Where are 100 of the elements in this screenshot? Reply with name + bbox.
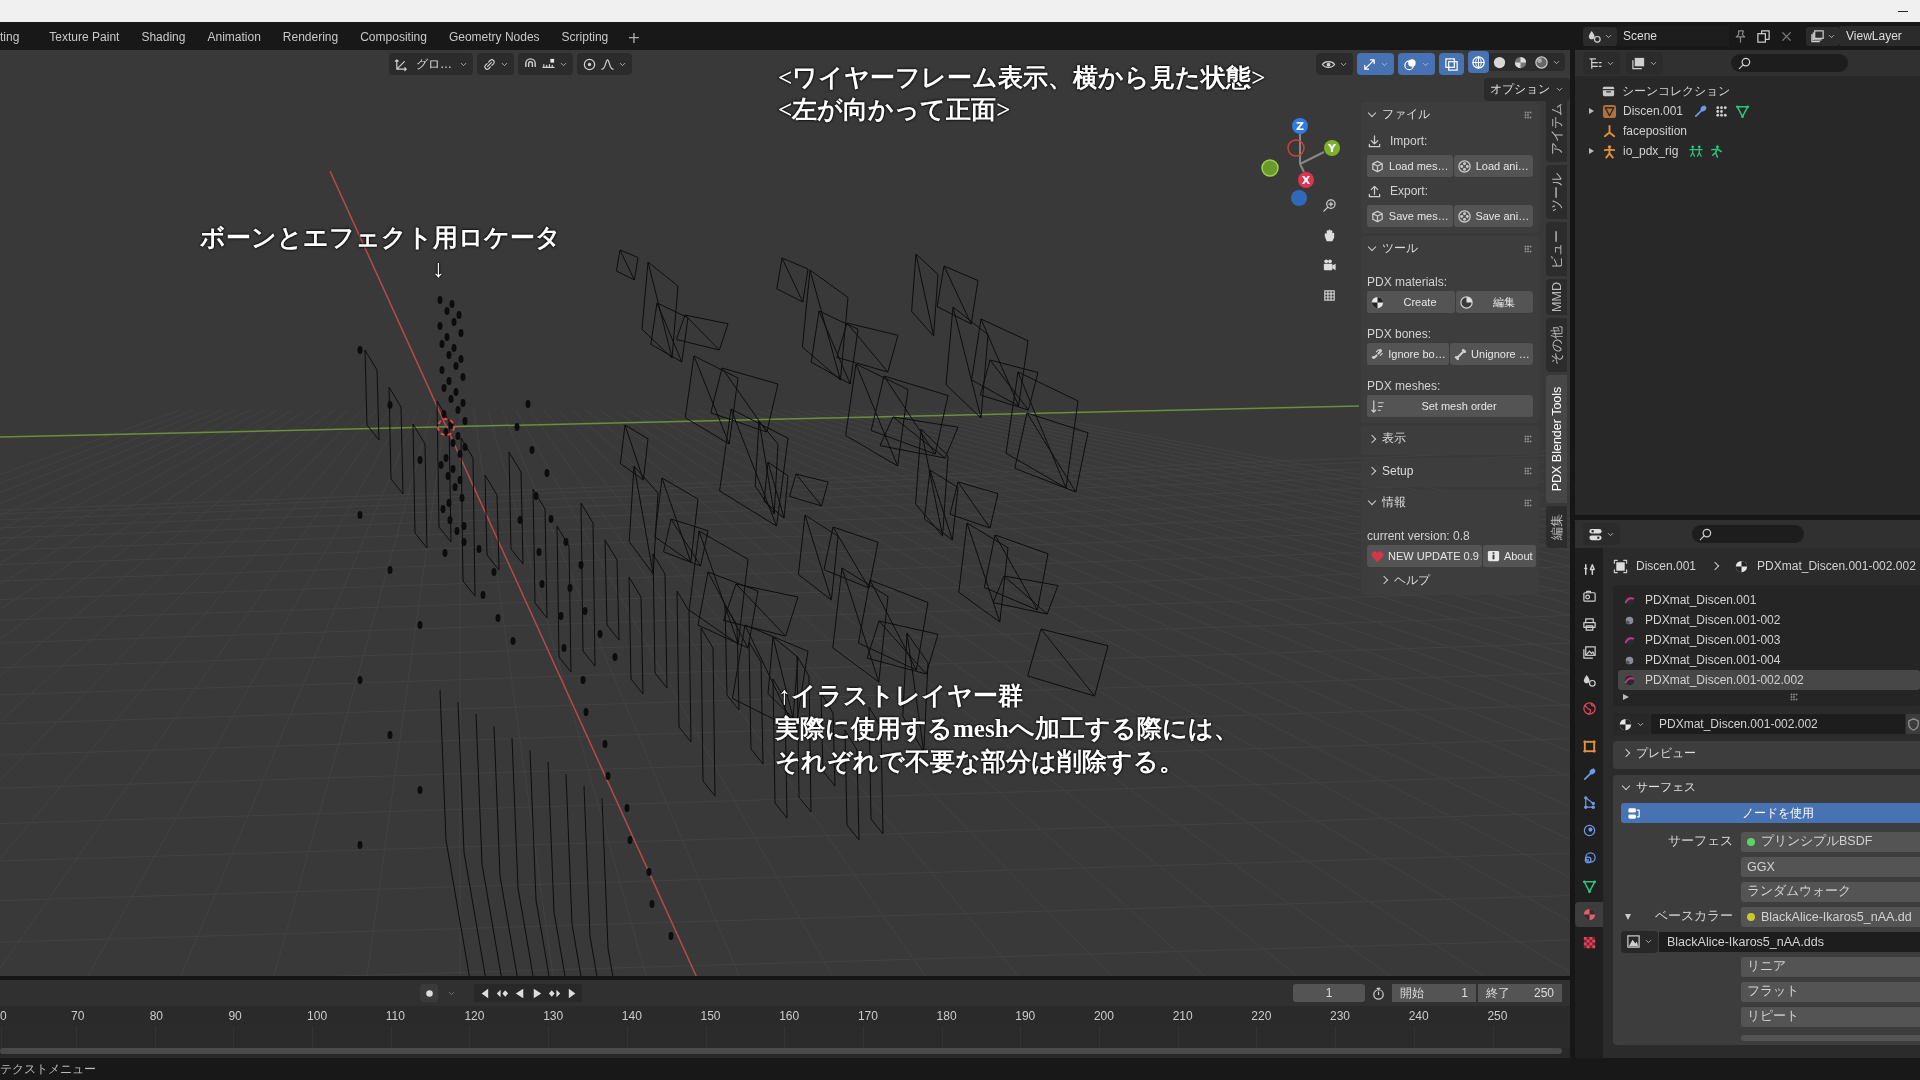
image-name-field[interactable]: BlackAlice-Ikaros5_nAA.dds: [1659, 931, 1920, 952]
material-name-field[interactable]: PDXmat_Discen.001-002.002: [1651, 714, 1905, 734]
grid-icon: [1321, 287, 1337, 303]
search-field[interactable]: [1692, 525, 1804, 543]
panel-header[interactable]: ファイル: [1367, 106, 1430, 123]
scene-browse-button[interactable]: [1583, 26, 1617, 46]
axis-handle[interactable]: [1291, 190, 1307, 206]
tree-item[interactable]: Discen.001: [1575, 101, 1920, 121]
workspace-tab[interactable]: Shading: [130, 24, 197, 50]
panel-button[interactable]: Save ani…: [1453, 205, 1533, 227]
scene-field[interactable]: Scene: [1617, 26, 1729, 46]
workspace-tab[interactable]: ting: [0, 24, 31, 50]
material-slot[interactable]: PDXmat_Discen.001-002: [1618, 610, 1920, 630]
gizmo-toggle[interactable]: [1357, 53, 1394, 75]
use-nodes-button[interactable]: ノードを使用: [1621, 803, 1920, 823]
workspace-tab[interactable]: Texture Paint: [38, 24, 131, 50]
pivot-dropdown[interactable]: [477, 53, 514, 75]
tools-icon: [1581, 561, 1597, 576]
search-field[interactable]: [1731, 54, 1848, 72]
editor-type-dropdown[interactable]: [1583, 523, 1620, 545]
material-slot[interactable]: PDXmat_Discen.001-004: [1618, 650, 1920, 670]
panel-button[interactable]: Save mes…: [1367, 205, 1453, 227]
display-mode-dropdown[interactable]: [1626, 52, 1663, 74]
ruler-label: 80: [149, 1009, 165, 1023]
workspace-tab[interactable]: Scripting: [550, 24, 620, 50]
sidebar-tab[interactable]: 編集: [1546, 506, 1567, 548]
dropdown-field[interactable]: フラット: [1741, 981, 1920, 1002]
dropdown-field[interactable]: GGX: [1741, 856, 1920, 877]
workspace-tab[interactable]: Geometry Nodes: [437, 24, 551, 50]
add-workspace-button[interactable]: +: [619, 24, 649, 50]
sidebar-tab[interactable]: ツール: [1546, 165, 1567, 219]
shader-socket-field[interactable]: プリンシプルBSDF: [1741, 831, 1920, 852]
panel-button[interactable]: Unignore …: [1449, 343, 1533, 365]
current-frame-field[interactable]: 1: [1293, 984, 1365, 1002]
view-layer-field[interactable]: ViewLayer: [1840, 26, 1920, 46]
panel-button[interactable]: Load ani…: [1453, 155, 1533, 177]
axis-handle[interactable]: Z: [1292, 118, 1308, 134]
xray-toggle[interactable]: [1439, 53, 1464, 75]
sidebar-tab[interactable]: PDX Blender Tools: [1546, 374, 1567, 503]
panel-button[interactable]: NEW UPDATE 0.9: [1367, 545, 1482, 567]
panel-header[interactable]: 表示: [1367, 430, 1406, 447]
panel-header[interactable]: サーフェス: [1621, 775, 1920, 799]
orientation-dropdown[interactable]: グロ…: [389, 53, 473, 75]
shading-mode-button[interactable]: [1468, 51, 1489, 73]
expand-triangle-icon[interactable]: [1623, 694, 1629, 700]
tree-item[interactable]: シーンコレクション: [1575, 81, 1920, 101]
dot-grid-icon: [1523, 497, 1533, 508]
section-label: Import:: [1390, 134, 1428, 148]
dropdown-field[interactable]: リニア: [1741, 956, 1920, 977]
panel-button[interactable]: 編集: [1456, 291, 1533, 313]
axis-handle[interactable]: [1287, 139, 1305, 157]
shader-socket-field[interactable]: BlackAlice-Ikaros5_nAA.dd: [1741, 906, 1920, 927]
dropdown-field[interactable]: ランダムウォーク: [1741, 881, 1920, 902]
disclosure-triangle-icon[interactable]: [1625, 913, 1631, 920]
ruler-label: 130: [543, 1009, 565, 1023]
overlay-toggle[interactable]: [1398, 53, 1435, 75]
editor-type-dropdown[interactable]: [1583, 52, 1620, 74]
workspace-tab[interactable]: Compositing: [349, 24, 438, 50]
panel-header[interactable]: 情報: [1367, 494, 1406, 511]
status-text: テクストメニュー: [0, 1061, 96, 1077]
sidebar-tab[interactable]: ビュー: [1546, 222, 1567, 276]
tree-item[interactable]: io_pdx_rig: [1575, 141, 1920, 161]
panel-button[interactable]: Set mesh order: [1367, 395, 1533, 417]
panel-button[interactable]: Load mes…: [1367, 155, 1453, 177]
annotation-text: ↓: [432, 254, 445, 284]
fake-user-button[interactable]: [1906, 714, 1920, 734]
start-frame-field[interactable]: 開始 1: [1392, 984, 1476, 1002]
axis-handle[interactable]: X: [1298, 172, 1314, 188]
panel-button[interactable]: Create: [1367, 291, 1455, 313]
workspace-tab[interactable]: Rendering: [271, 24, 350, 50]
sidebar-tab[interactable]: その他: [1546, 317, 1567, 372]
sidebar-tab[interactable]: MMD: [1546, 279, 1567, 315]
material-slot[interactable]: PDXmat_Discen.001-003: [1618, 630, 1920, 650]
proportional-edit-dropdown[interactable]: [577, 53, 632, 75]
panel-button[interactable]: Ignore bo…: [1367, 343, 1449, 365]
end-frame-field[interactable]: 終了 250: [1478, 984, 1562, 1002]
view-layer-browse-button[interactable]: [1806, 26, 1840, 46]
dot-grid-icon: [1714, 103, 1730, 119]
section-label: Export:: [1390, 184, 1428, 198]
record-button[interactable]: [420, 984, 438, 1002]
breadcrumb-item: Discen.001: [1636, 559, 1697, 573]
annotation-text: <左が向かって正面>: [778, 95, 1011, 125]
options-dropdown[interactable]: オプション: [1484, 78, 1570, 101]
image-browse-button[interactable]: [1621, 930, 1658, 953]
dropdown-field[interactable]: リピート: [1741, 1006, 1920, 1027]
wrench-icon: [1581, 767, 1597, 782]
panel-header[interactable]: ツール: [1367, 240, 1418, 257]
caret-icon: [1555, 85, 1564, 94]
workspace-tab[interactable]: Animation: [196, 24, 272, 50]
panel-button[interactable]: About: [1482, 545, 1536, 567]
solid-sphere-icon: [1492, 54, 1507, 70]
minimize-icon[interactable]: [1898, 10, 1908, 12]
axis-handle[interactable]: [1261, 159, 1279, 177]
tree-item[interactable]: faceposition: [1575, 121, 1920, 141]
material-slot[interactable]: PDXmat_Discen.001: [1618, 590, 1920, 610]
material-slot[interactable]: PDXmat_Discen.001-002.002: [1618, 670, 1920, 690]
panel-header[interactable]: Setup: [1367, 463, 1414, 478]
visibility-dropdown[interactable]: [1316, 53, 1353, 75]
subpanel-header[interactable]: ヘルプ: [1367, 569, 1533, 591]
snap-dropdown[interactable]: [518, 53, 573, 75]
